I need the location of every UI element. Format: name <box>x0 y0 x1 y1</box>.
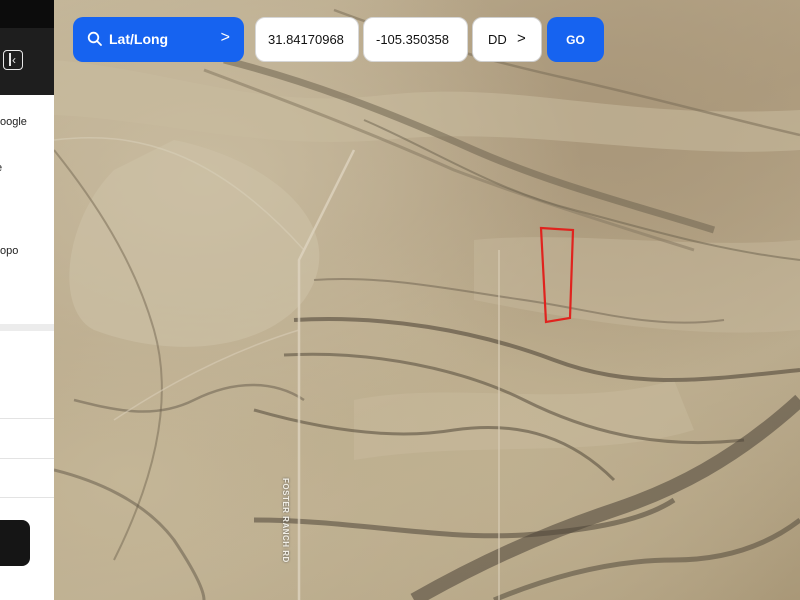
sidebar-header: ‹ <box>0 0 54 95</box>
sidebar-divider <box>0 458 54 459</box>
coordinate-format-button[interactable]: DD > <box>472 17 542 62</box>
latitude-field[interactable] <box>256 18 358 61</box>
search-mode-button[interactable]: Lat/Long > <box>73 17 244 62</box>
coordinate-format-label: DD <box>488 32 507 47</box>
sidebar-item-topo[interactable]: opo <box>0 245 18 257</box>
search-icon <box>87 31 102 46</box>
go-button[interactable]: GO <box>547 17 604 62</box>
sidebar-divider <box>0 418 54 419</box>
sidebar-panel: ‹ oogle e opo <box>0 0 54 600</box>
sidebar-divider <box>0 324 54 331</box>
latitude-field-wrapper <box>255 17 359 62</box>
longitude-field-wrapper <box>363 17 468 62</box>
terrain-layer <box>54 8 800 600</box>
longitude-field[interactable] <box>364 18 467 61</box>
chevron-right-icon: > <box>220 29 230 46</box>
road-label: FOSTER RANCH RD <box>281 478 290 563</box>
search-mode-label: Lat/Long <box>109 31 169 47</box>
sidebar-item-google[interactable]: oogle <box>0 116 27 128</box>
collapse-sidebar-icon[interactable]: ‹ <box>3 50 23 70</box>
sidebar-item-satellite[interactable]: e <box>0 162 2 174</box>
chevron-right-icon: > <box>517 30 526 47</box>
satellite-map[interactable]: FOSTER RANCH RD <box>54 0 800 600</box>
sidebar-action-button[interactable] <box>0 520 30 566</box>
sidebar-divider <box>0 497 54 498</box>
